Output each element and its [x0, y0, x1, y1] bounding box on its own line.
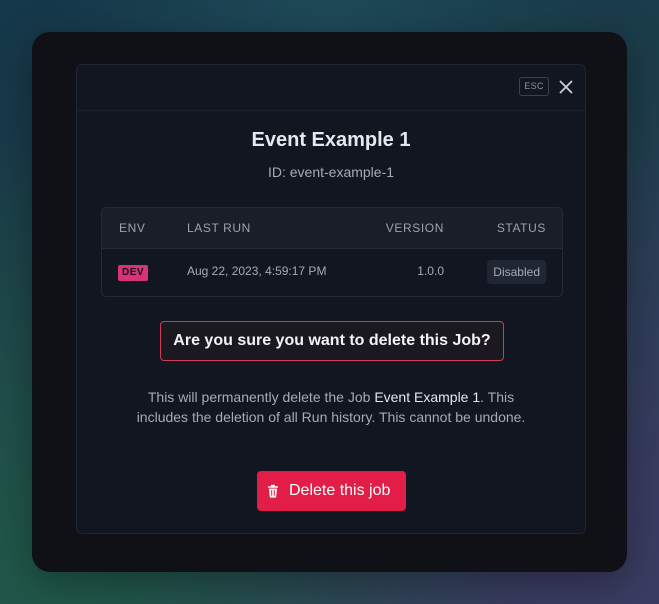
version-cell: 1.0.0: [417, 264, 444, 278]
column-header-env: ENV: [119, 221, 146, 235]
esc-key-hint: ESC: [519, 77, 549, 96]
job-info-table: ENV LAST RUN VERSION STATUS DEV Aug 22, …: [101, 207, 563, 297]
close-button[interactable]: [556, 77, 576, 97]
delete-job-dialog: ESC Event Example 1 ID: event-example-1 …: [76, 64, 586, 534]
warning-prefix: This will permanently delete the Job: [147, 389, 375, 405]
column-header-last-run: LAST RUN: [187, 221, 251, 235]
close-icon: [559, 80, 573, 94]
env-badge: DEV: [118, 265, 149, 281]
confirm-question: Are you sure you want to delete this Job…: [160, 321, 504, 361]
job-id: ID: event-example-1: [267, 164, 395, 180]
last-run-cell: Aug 22, 2023, 4:59:17 PM: [187, 264, 327, 278]
column-header-version: VERSION: [385, 221, 444, 235]
column-header-status: STATUS: [496, 221, 546, 235]
trash-icon: [268, 484, 278, 498]
table-header-row: ENV LAST RUN VERSION STATUS: [102, 208, 562, 249]
warning-job-name: Event Example 1: [374, 389, 481, 405]
delete-job-label: Delete this job: [289, 482, 391, 499]
warning-message: This will permanently delete the Job Eve…: [127, 387, 535, 427]
table-row: DEV Aug 22, 2023, 4:59:17 PM 1.0.0 Disab…: [102, 249, 562, 296]
dialog-header: ESC: [77, 65, 585, 111]
job-title: Event Example 1: [251, 129, 411, 151]
delete-job-button[interactable]: Delete this job: [257, 471, 406, 511]
status-badge: Disabled: [487, 260, 546, 284]
